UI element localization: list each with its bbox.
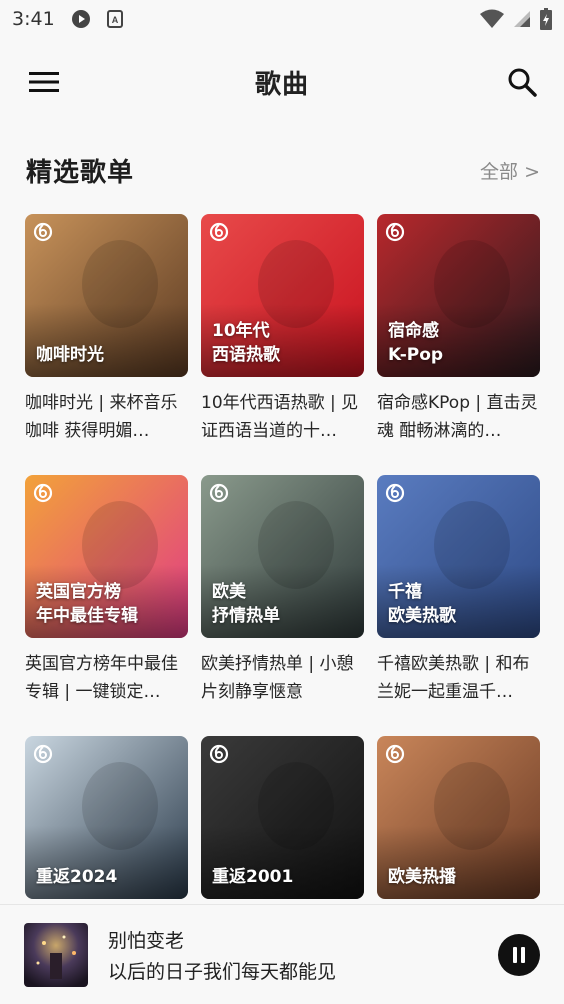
playlist-cover-text: 10年代 西语热歌	[212, 321, 280, 365]
netease-logo-icon	[209, 483, 229, 503]
playlist-cover-text: 英国官方榜 年中最佳专辑	[36, 582, 138, 626]
section-header: 精选歌单 全部 >	[26, 150, 540, 190]
svg-text:A: A	[111, 15, 118, 25]
playlist-cover[interactable]: 英国官方榜 年中最佳专辑	[25, 475, 188, 638]
playlist-cover-text: 咖啡时光	[36, 345, 104, 365]
playlist-cover[interactable]: 欧美热播	[377, 736, 540, 899]
pause-button[interactable]	[498, 933, 540, 976]
playlist-card[interactable]: 重返2024	[25, 736, 188, 899]
netease-logo-icon	[209, 222, 229, 242]
playlist-card[interactable]: 重返2001	[201, 736, 364, 899]
wifi-icon	[480, 9, 504, 29]
menu-button[interactable]	[22, 64, 66, 100]
playlist-card[interactable]: 10年代 西语热歌 10年代西语热歌 | 见证西语当道的十…	[201, 214, 364, 447]
signal-icon	[512, 9, 532, 29]
search-button[interactable]	[502, 62, 542, 102]
playlist-cover-text: 重返2024	[36, 867, 118, 887]
mini-player[interactable]: 别怕变老 以后的日子我们每天都能见	[0, 904, 564, 1004]
playlist-cover[interactable]: 宿命感 K-Pop	[377, 214, 540, 377]
playlist-cover-text: 千禧 欧美热歌	[388, 582, 456, 626]
playlist-cover[interactable]: 咖啡时光	[25, 214, 188, 377]
playlist-caption: 欧美抒情热单 | 小憩片刻静享惬意	[201, 654, 354, 702]
font-notification-icon: A	[106, 10, 123, 28]
playlist-grid: 咖啡时光咖啡时光 | 来杯音乐咖啡 获得明媚… 10年代 西语热歌 10年代西语热歌…	[25, 214, 540, 899]
playlist-cover[interactable]: 重返2001	[201, 736, 364, 899]
see-all-link[interactable]: 全部 >	[480, 157, 540, 184]
netease-logo-icon	[33, 483, 53, 503]
netease-logo-icon	[385, 744, 405, 764]
playlist-card[interactable]: 咖啡时光咖啡时光 | 来杯音乐咖啡 获得明媚…	[25, 214, 188, 447]
playlist-cover[interactable]: 欧美 抒情热单	[201, 475, 364, 638]
search-icon	[508, 68, 537, 97]
playlist-cover-text: 欧美 抒情热单	[212, 582, 280, 626]
status-bar: 3:41 A	[0, 0, 564, 38]
page-title: 歌曲	[254, 69, 309, 100]
playlist-card[interactable]: 欧美 抒情热单欧美抒情热单 | 小憩片刻静享惬意	[201, 475, 364, 708]
status-time: 3:41	[12, 8, 55, 30]
section-title: 精选歌单	[26, 157, 135, 188]
netease-logo-icon	[33, 222, 53, 242]
playlist-cover-text: 重返2001	[212, 867, 294, 887]
netease-logo-icon	[385, 483, 405, 503]
playlist-cover[interactable]: 千禧 欧美热歌	[377, 475, 540, 638]
play-notification-icon	[71, 9, 91, 29]
playlist-card[interactable]: 欧美热播	[377, 736, 540, 899]
playlist-cover[interactable]: 重返2024	[25, 736, 188, 899]
now-playing-cover[interactable]	[24, 922, 88, 987]
playlist-caption: 英国官方榜年中最佳专辑 | 一键锁定…	[25, 654, 178, 702]
netease-logo-icon	[209, 744, 229, 764]
battery-icon	[540, 8, 552, 30]
now-playing-title: 别怕变老	[108, 929, 185, 952]
playlist-card[interactable]: 英国官方榜 年中最佳专辑英国官方榜年中最佳专辑 | 一键锁定…	[25, 475, 188, 708]
playlist-card[interactable]: 宿命感 K-Pop 宿命感KPop | 直击灵魂 酣畅淋漓的…	[377, 214, 540, 447]
now-playing-lyric: 以后的日子我们每天都能见	[108, 960, 337, 983]
playlist-cover-text: 宿命感 K-Pop	[388, 321, 444, 365]
playlist-cover[interactable]: 10年代 西语热歌	[201, 214, 364, 377]
pause-icon	[513, 946, 525, 963]
playlist-cover-text: 欧美热播	[388, 867, 456, 887]
playlist-caption: 咖啡时光 | 来杯音乐咖啡 获得明媚…	[25, 393, 178, 441]
playlist-caption: 10年代西语热歌 | 见证西语当道的十…	[201, 393, 359, 441]
menu-icon	[29, 72, 59, 92]
playlist-caption: 千禧欧美热歌 | 和布兰妮一起重温千…	[377, 654, 530, 702]
netease-logo-icon	[33, 744, 53, 764]
app-bar: 歌曲	[0, 44, 564, 120]
netease-logo-icon	[385, 222, 405, 242]
playlist-caption: 宿命感KPop | 直击灵魂 酣畅淋漓的…	[377, 393, 538, 441]
playlist-card[interactable]: 千禧 欧美热歌千禧欧美热歌 | 和布兰妮一起重温千…	[377, 475, 540, 708]
